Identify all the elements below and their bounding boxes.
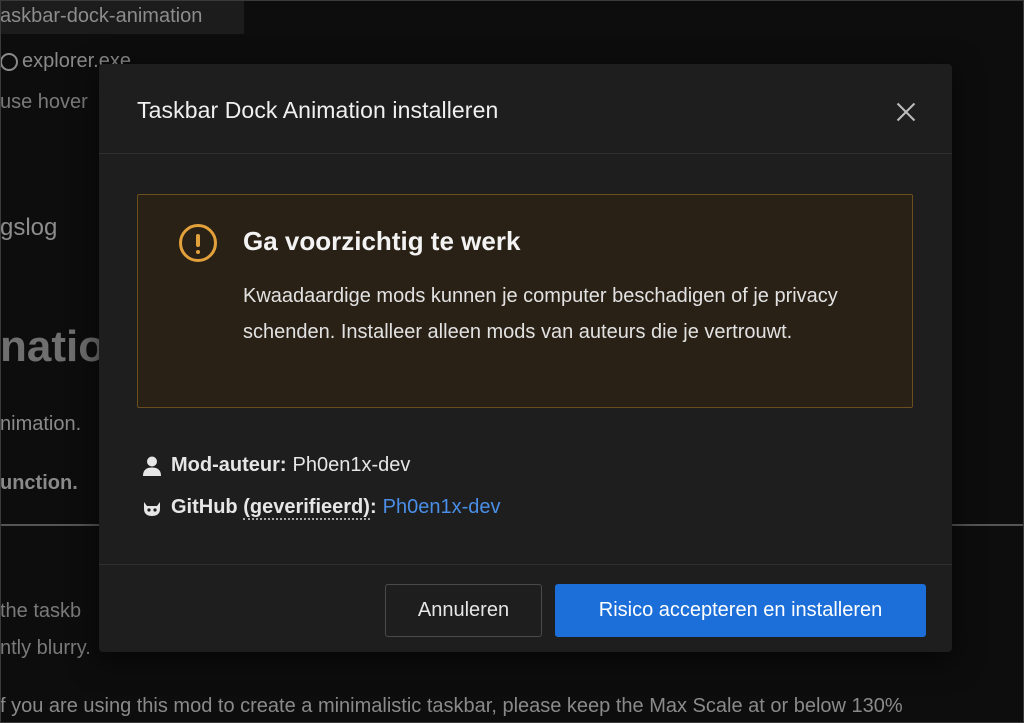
- author-label: Mod-auteur:: [171, 454, 287, 476]
- install-dialog: Taskbar Dock Animation installeren Ga vo…: [99, 64, 952, 652]
- author-row: Mod-auteur: Ph0en1x-dev: [141, 454, 410, 477]
- warning-body: Kwaadaardige mods kunnen je computer bes…: [243, 285, 838, 343]
- author-value: Ph0en1x-dev: [292, 454, 411, 476]
- warning-box: Ga voorzichtig te werk Kwaadaardige mods…: [137, 194, 913, 408]
- dialog-footer: Annuleren Risico accepteren en installer…: [99, 564, 952, 652]
- description-line-3: f you are using this mod to create a min…: [0, 695, 903, 717]
- github-label: GitHub (geverifieerd):: [171, 496, 377, 520]
- mod-id-chip: askbar-dock-animation: [0, 0, 244, 34]
- dialog-header: Taskbar Dock Animation installeren: [99, 64, 952, 154]
- github-label-main: GitHub: [171, 496, 238, 518]
- warning-title: Ga voorzichtig te werk: [243, 226, 521, 256]
- description-line-2: ntly blurry.: [0, 637, 91, 659]
- hover-text: use hover: [0, 91, 88, 113]
- github-label-colon: :: [369, 496, 377, 518]
- accept-install-button[interactable]: Risico accepteren en installeren: [555, 584, 926, 637]
- dialog-title: Taskbar Dock Animation installeren: [137, 97, 499, 123]
- user-icon: [141, 455, 163, 477]
- github-row: GitHub (geverifieerd): Ph0en1x-dev: [141, 496, 501, 520]
- cancel-button[interactable]: Annuleren: [385, 584, 542, 637]
- mod-bold-text: unction.: [0, 472, 78, 494]
- process-icon: [0, 52, 18, 71]
- exclamation-circle-icon: [179, 224, 217, 262]
- verified-label[interactable]: (geverifieerd): [243, 496, 370, 520]
- description-line-1: the taskb: [0, 600, 82, 622]
- changelog-tab[interactable]: gslog: [0, 214, 57, 242]
- mod-subtext: nimation.: [0, 413, 82, 435]
- github-link[interactable]: Ph0en1x-dev: [383, 496, 501, 519]
- close-icon[interactable]: [892, 98, 920, 126]
- github-icon: [141, 497, 163, 519]
